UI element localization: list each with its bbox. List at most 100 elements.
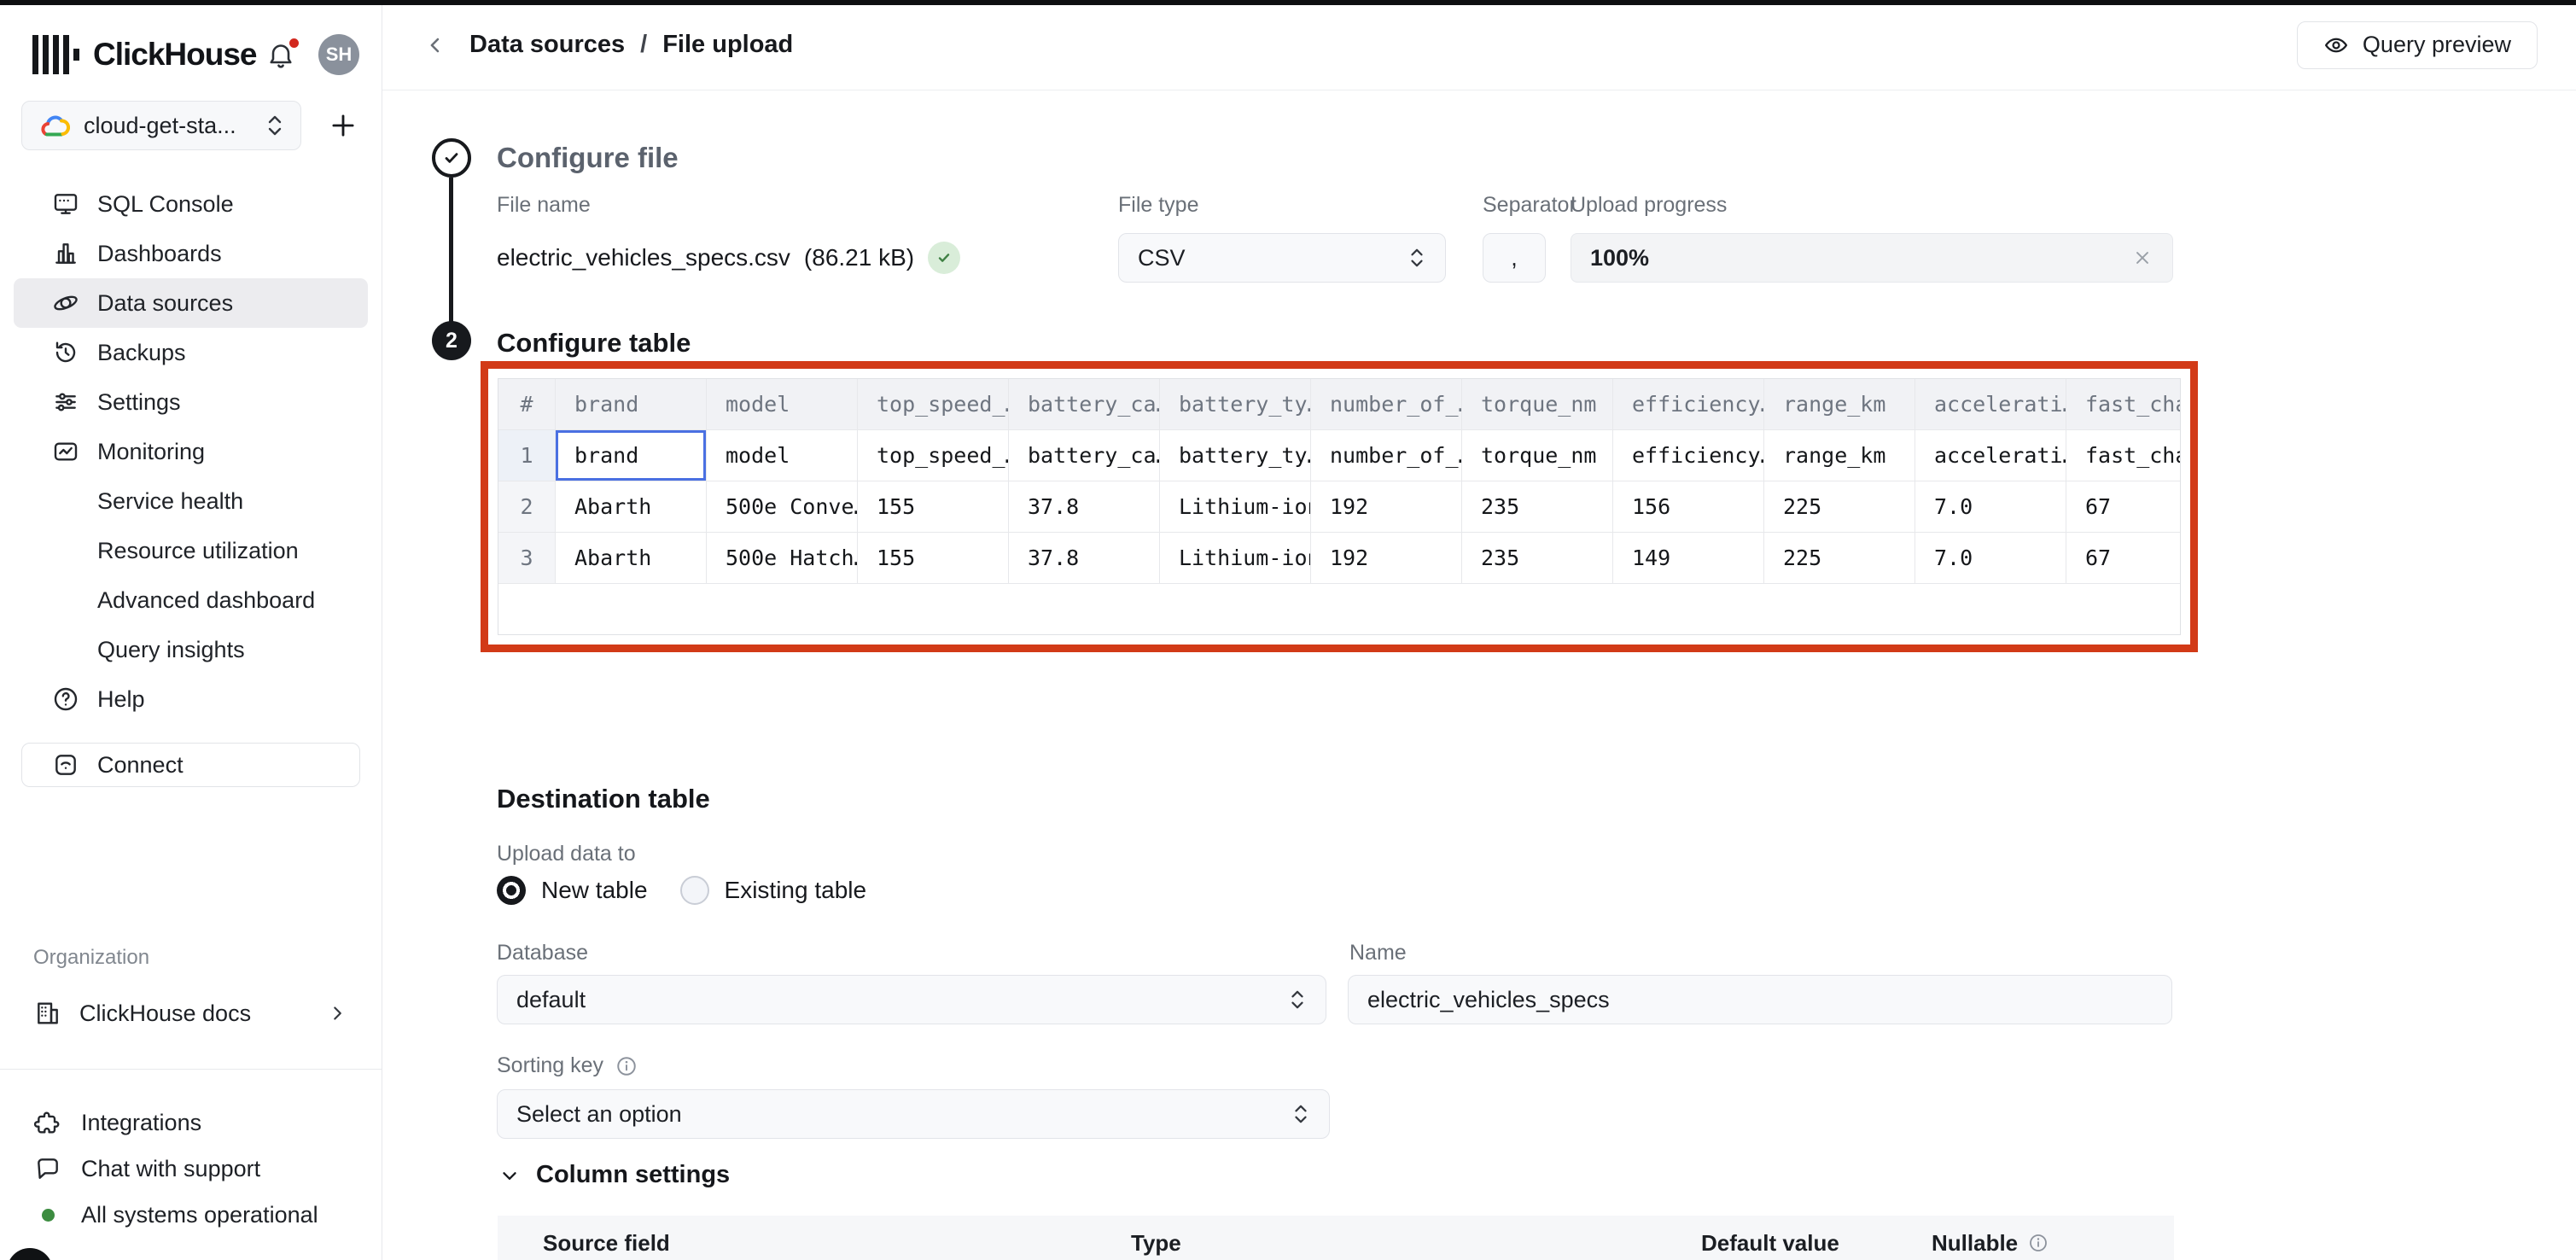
window-top-strip — [0, 0, 2576, 5]
grid-row-number: 1 — [498, 430, 556, 481]
sidebar-item-label: Advanced dashboard — [97, 587, 315, 614]
grid-cell[interactable]: number_of_… — [1311, 430, 1462, 481]
sidebar-item-sql-console[interactable]: SQL Console — [14, 179, 368, 229]
grid-cell[interactable]: 500e Hatch… — [707, 533, 858, 584]
sidebar-item-service-health[interactable]: Service health — [14, 476, 368, 526]
grid-cell[interactable]: 7.0 — [1915, 533, 2066, 584]
grid-cell-selected[interactable]: brand — [556, 430, 707, 481]
notifications-button[interactable] — [265, 39, 296, 70]
sidebar-item-help[interactable]: Help — [14, 674, 368, 724]
sidebar-item-settings[interactable]: Settings — [14, 377, 368, 427]
file-valid-check-icon — [928, 242, 960, 274]
upload-data-to-label: Upload data to — [497, 842, 636, 866]
connect-button[interactable]: Connect — [21, 743, 360, 787]
step-1-complete-indicator — [432, 138, 471, 178]
grid-cell[interactable]: accelerati… — [1915, 430, 2066, 481]
file-type-select[interactable]: CSV — [1118, 233, 1446, 283]
grid-cell[interactable]: 225 — [1764, 533, 1915, 584]
grid-cell[interactable]: range_km — [1764, 430, 1915, 481]
info-icon[interactable] — [615, 1055, 638, 1077]
grid-cell[interactable]: fast_cha… — [2066, 430, 2181, 481]
service-selector-row: cloud-get-sta... — [21, 101, 382, 150]
sorting-key-label-row: Sorting key — [497, 1053, 638, 1078]
sidebar-item-chat-support[interactable]: Chat with support — [33, 1146, 360, 1192]
step-connector-line — [449, 178, 453, 323]
separator-input[interactable]: , — [1483, 233, 1546, 283]
chevron-down-icon — [498, 1164, 521, 1187]
grid-cell[interactable]: 225 — [1764, 481, 1915, 533]
grid-cell[interactable]: 500e Conve… — [707, 481, 858, 533]
select-updown-icon — [1291, 1101, 1310, 1127]
grid-cell[interactable]: 7.0 — [1915, 481, 2066, 533]
add-service-button[interactable] — [327, 109, 359, 142]
grid-cell[interactable]: 37.8 — [1009, 481, 1160, 533]
database-select[interactable]: default — [497, 975, 1326, 1024]
grid-cell[interactable]: efficiency… — [1613, 430, 1764, 481]
grid-cell[interactable]: 235 — [1462, 481, 1613, 533]
organization-section: Organization ClickHouse docs — [21, 946, 360, 1038]
grid-cell[interactable]: battery_ty… — [1160, 430, 1311, 481]
grid-header-cell: torque_nm — [1462, 379, 1613, 430]
grid-cell[interactable]: Lithium-ion — [1160, 533, 1311, 584]
logo-text: ClickHouse — [93, 37, 257, 73]
docs-label: ClickHouse docs — [79, 1000, 251, 1027]
grid-cell[interactable]: torque_nm — [1462, 430, 1613, 481]
table-highlight-annotation: # brand model top_speed_… battery_ca… ba… — [481, 361, 2198, 652]
sidebar: ClickHouse SH clo — [0, 0, 382, 1260]
grid-cell[interactable]: 156 — [1613, 481, 1764, 533]
sidebar-item-integrations[interactable]: Integrations — [33, 1100, 360, 1146]
grid-cell[interactable]: 67 — [2066, 481, 2181, 533]
grid-cell[interactable]: 155 — [858, 533, 1009, 584]
grid-cell[interactable]: battery_ca… — [1009, 430, 1160, 481]
sidebar-item-dashboards[interactable]: Dashboards — [14, 229, 368, 278]
sidebar-item-data-sources[interactable]: Data sources — [14, 278, 368, 328]
grid-cell[interactable]: 192 — [1311, 533, 1462, 584]
sidebar-divider — [0, 1069, 382, 1070]
sidebar-item-resource-utilization[interactable]: Resource utilization — [14, 526, 368, 575]
help-icon — [51, 685, 80, 714]
sidebar-item-clickhouse-docs[interactable]: ClickHouse docs — [21, 989, 360, 1038]
system-status[interactable]: All systems operational — [33, 1192, 360, 1238]
chat-launcher-button[interactable] — [7, 1248, 53, 1260]
grid-cell[interactable]: Abarth — [556, 533, 707, 584]
query-preview-button[interactable]: Query preview — [2297, 21, 2538, 69]
sidebar-footer: Integrations Chat with support All syste… — [33, 1100, 360, 1238]
sidebar-item-advanced-dashboard[interactable]: Advanced dashboard — [14, 575, 368, 625]
file-type-value: CSV — [1138, 245, 1407, 271]
column-settings-header: Source field Type Default value Nullable — [498, 1216, 2174, 1260]
grid-cell[interactable]: 149 — [1613, 533, 1764, 584]
clickhouse-logo: ClickHouse — [32, 35, 265, 74]
configure-table-title: Configure table — [497, 328, 691, 359]
column-settings-toggle[interactable]: Column settings — [498, 1161, 730, 1189]
service-selector[interactable]: cloud-get-sta... — [21, 101, 301, 150]
grid-cell[interactable]: 67 — [2066, 533, 2181, 584]
avatar[interactable]: SH — [318, 34, 359, 75]
grid-cell[interactable]: 192 — [1311, 481, 1462, 533]
sidebar-item-monitoring[interactable]: Monitoring — [14, 427, 368, 476]
grid-header-cell: range_km — [1764, 379, 1915, 430]
grid-cell[interactable]: Abarth — [556, 481, 707, 533]
existing-table-radio[interactable]: Existing table — [680, 876, 867, 905]
upload-progress-bar: 100% — [1571, 233, 2173, 283]
sorting-key-select[interactable]: Select an option — [497, 1089, 1330, 1139]
new-table-radio[interactable]: New table — [497, 876, 648, 905]
grid-cell[interactable]: model — [707, 430, 858, 481]
table-name-input[interactable]: electric_vehicles_specs — [1348, 975, 2172, 1024]
separator-value: , — [1511, 245, 1518, 271]
grid-cell[interactable]: 235 — [1462, 533, 1613, 584]
sidebar-item-label: Query insights — [97, 637, 245, 663]
sidebar-item-query-insights[interactable]: Query insights — [14, 625, 368, 674]
sidebar-item-backups[interactable]: Backups — [14, 328, 368, 377]
upload-cancel-icon[interactable] — [2131, 247, 2153, 269]
grid-cell[interactable]: 37.8 — [1009, 533, 1160, 584]
breadcrumb-parent[interactable]: Data sources — [469, 31, 625, 59]
grid-cell[interactable]: 155 — [858, 481, 1009, 533]
grid-cell[interactable]: top_speed_… — [858, 430, 1009, 481]
info-icon[interactable] — [2028, 1233, 2049, 1253]
grid-header-cell: efficiency… — [1613, 379, 1764, 430]
grid-cell[interactable]: Lithium-ion — [1160, 481, 1311, 533]
upload-progress-label: Upload progress — [1571, 193, 2173, 218]
back-button[interactable] — [423, 33, 447, 57]
sidebar-item-label: Service health — [97, 488, 243, 515]
table-name-value: electric_vehicles_specs — [1367, 987, 2153, 1013]
